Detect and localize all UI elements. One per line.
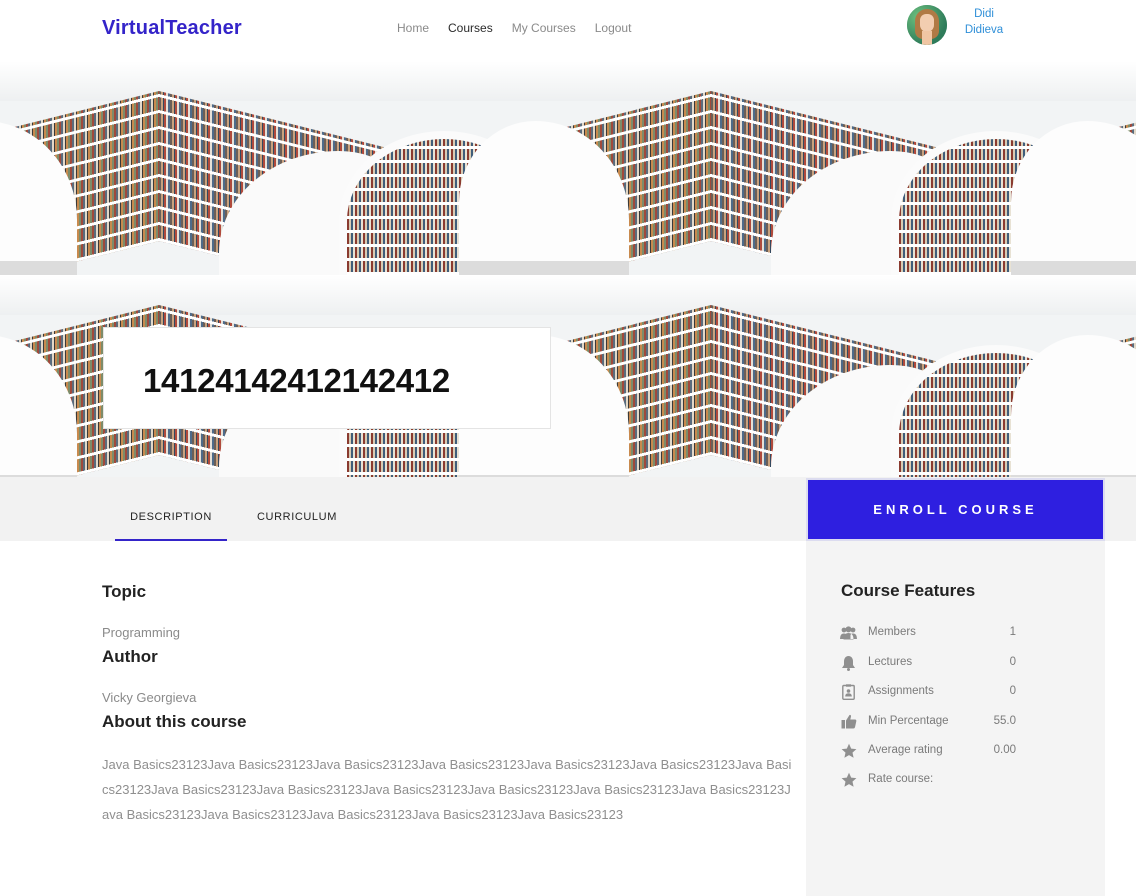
feature-value: 0.00 [993, 744, 1016, 756]
feature-label: Lectures [868, 656, 913, 668]
topic-value: Programming [102, 625, 181, 640]
library-image-tile [711, 61, 1136, 275]
site-logo[interactable]: VirtualTeacher [102, 17, 242, 40]
main-nav: Home Courses My Courses Logout [397, 21, 631, 35]
members-icon [840, 624, 857, 641]
course-title-card: 14124142412142412 [103, 327, 551, 429]
feature-value: 0 [1009, 685, 1016, 697]
course-features-title: Course Features [841, 581, 976, 600]
feature-value: 1 [1009, 626, 1016, 638]
top-header: VirtualTeacher Home Courses My Courses L… [0, 0, 1136, 60]
thumbs-up-icon [840, 713, 857, 730]
feature-label: Min Percentage [868, 715, 949, 727]
author-heading: Author [102, 647, 158, 666]
feature-label: Average rating [868, 744, 943, 756]
user-avatar[interactable] [907, 5, 947, 45]
feature-assignments: Assignments 0 [840, 682, 1016, 702]
assignments-icon [840, 683, 857, 700]
feature-members: Members 1 [840, 623, 1016, 643]
nav-home[interactable]: Home [397, 21, 429, 35]
about-heading: About this course [102, 712, 247, 731]
tab-description-label: DESCRIPTION [130, 511, 212, 523]
feature-rate-course[interactable]: Rate course: [840, 770, 1016, 790]
library-image-tile [0, 61, 159, 275]
about-course-text: Java Basics23123Java Basics23123Java Bas… [102, 757, 792, 822]
topic-heading: Topic [102, 582, 147, 601]
avatar-face [920, 14, 934, 32]
feature-value: 55.0 [993, 715, 1016, 727]
feature-lectures: Lectures 0 [840, 653, 1016, 673]
user-last-name: Didieva [964, 24, 1004, 36]
tab-curriculum-label: CURRICULUM [257, 511, 337, 523]
nav-logout[interactable]: Logout [595, 21, 632, 35]
user-first-name: Didi [974, 8, 994, 20]
user-name-link[interactable]: Didi Didieva [960, 6, 1008, 38]
nav-courses[interactable]: Courses [448, 21, 493, 35]
avatar-neck [922, 31, 932, 45]
feature-min-percentage: Min Percentage 55.0 [840, 712, 1016, 732]
feature-label: Rate course: [868, 773, 934, 785]
library-image-tile [159, 61, 711, 275]
nav-my-courses[interactable]: My Courses [512, 21, 576, 35]
lectures-icon [840, 654, 857, 671]
library-image-tile [711, 275, 1136, 477]
tab-curriculum[interactable]: CURRICULUM [240, 477, 354, 541]
star-icon [840, 742, 857, 759]
feature-average-rating: Average rating 0.00 [840, 741, 1016, 761]
tab-description[interactable]: DESCRIPTION [115, 477, 227, 541]
feature-value: 0 [1009, 656, 1016, 668]
author-value: Vicky Georgieva [102, 690, 197, 705]
star-icon [840, 771, 857, 788]
hero-banner: 14124142412142412 [0, 61, 1136, 477]
feature-label: Assignments [868, 685, 934, 697]
enroll-course-button[interactable]: ENROLL COURSE [806, 478, 1105, 541]
course-title: 14124142412142412 [143, 362, 450, 399]
feature-label: Members [868, 626, 916, 638]
course-features-panel: Course Features Members 1 Lectures 0 Ass… [806, 541, 1105, 896]
